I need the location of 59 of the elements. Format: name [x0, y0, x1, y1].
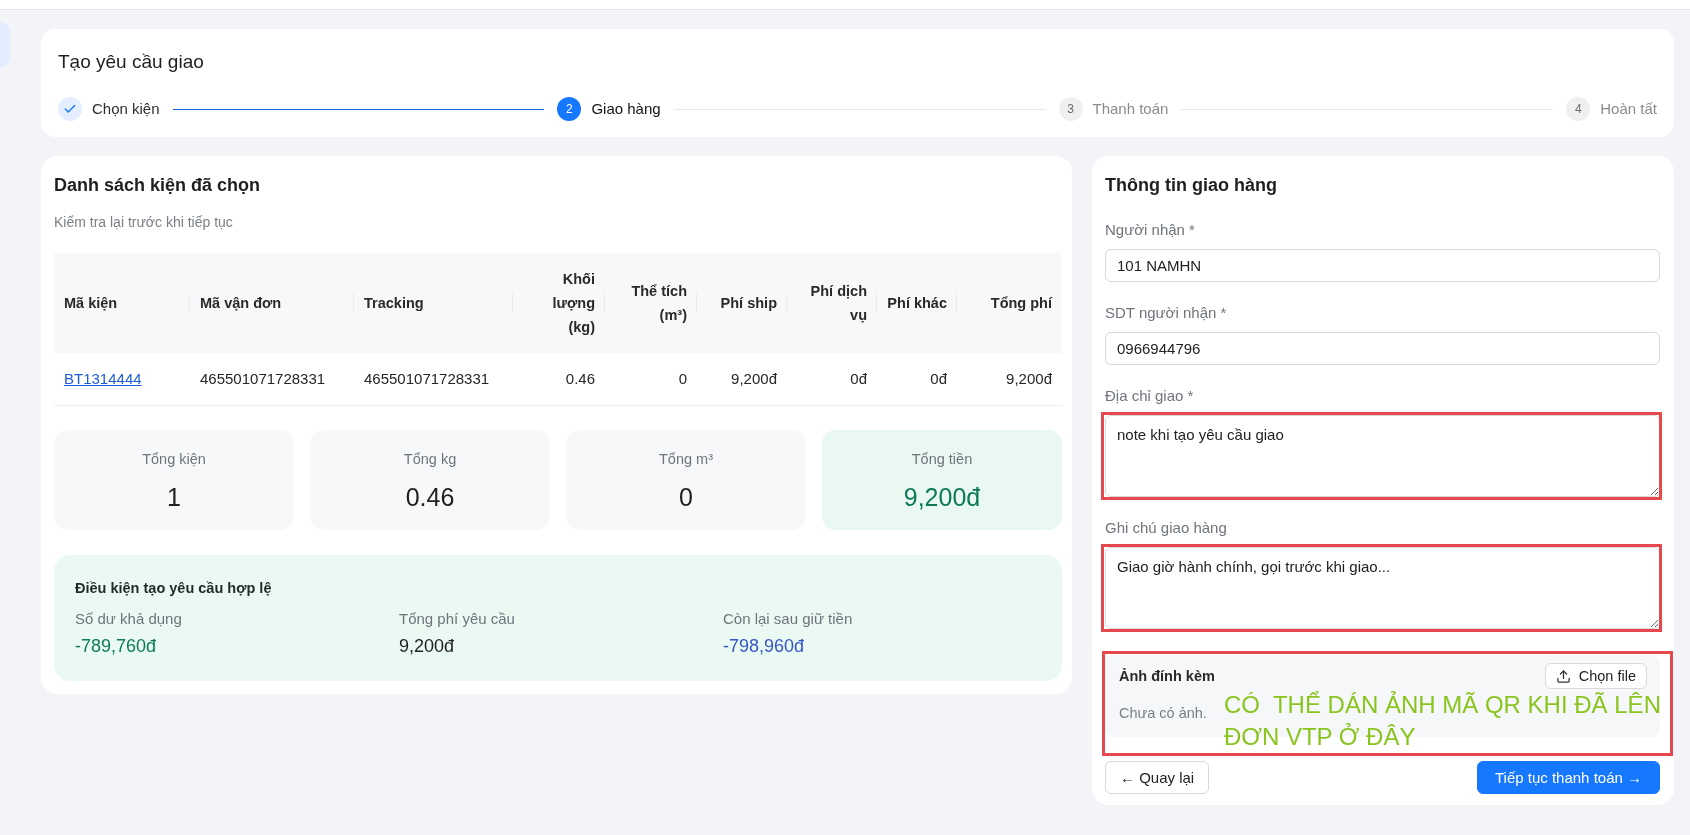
table-cell: 465501071728331 — [190, 353, 354, 405]
step-label: Chọn kiện — [92, 99, 160, 119]
text-area[interactable]: Giao giờ hành chính, gọi trước khi giao... — [1105, 547, 1660, 629]
step-label: Hoàn tất — [1600, 99, 1657, 119]
empty-attachment-text: Chưa có ảnh. — [1119, 704, 1207, 723]
stat-value: 1 — [167, 481, 181, 513]
package-link[interactable]: BT1314444 — [64, 370, 142, 388]
condition-label: Số dư khả dụng — [75, 608, 182, 629]
table-cell: 0đ — [787, 353, 877, 405]
column-header: Tổng phí — [957, 253, 1062, 353]
stat-label: Tổng kiện — [142, 449, 206, 469]
column-header: Khối lượng (kg) — [513, 253, 605, 353]
annotation-note: CÓ THỂ DÁN ẢNH MÃ QR KHI ĐÃ LÊN ĐƠN VTP Ở ĐÂY — [1224, 690, 1662, 752]
field-label: Người nhận * — [1105, 220, 1195, 240]
stat-value: 0 — [679, 481, 693, 513]
stat-value: 0.46 — [405, 481, 455, 513]
back-button[interactable]: ← Quay lại — [1105, 761, 1210, 794]
page-title: Tạo yêu cầu giao — [58, 50, 205, 74]
column-header: Phí ship — [697, 253, 787, 353]
column-header: Tracking — [354, 253, 513, 353]
text-area[interactable]: note khi tạo yêu cầu giao — [1105, 415, 1660, 497]
stat-label: Tổng tiền — [911, 449, 973, 469]
table-cell: 9,200đ — [957, 353, 1062, 405]
table-cell: 465501071728331 — [354, 353, 513, 405]
condition-label: Còn lại sau giữ tiền — [723, 608, 853, 629]
table-cell: 0 — [605, 353, 697, 405]
text-input[interactable]: 101 NAMHN — [1105, 249, 1660, 282]
card-subtitle: Kiểm tra lại trước khi tiếp tục — [54, 213, 234, 232]
column-header: Phí khác — [877, 253, 957, 353]
stat-label: Tổng kg — [403, 449, 457, 469]
upload-icon — [1555, 668, 1571, 684]
step-label: Giao hàng — [591, 99, 661, 119]
stat-value: 9,200đ — [903, 481, 981, 513]
field-label: Địa chỉ giao * — [1105, 386, 1194, 406]
condition-value: -789,760đ — [75, 634, 157, 658]
condition-label: Tổng phí yêu cầu — [399, 608, 515, 629]
field-label: Ghi chú giao hàng — [1105, 518, 1227, 538]
condition-value: 9,200đ — [399, 634, 455, 658]
step-label: Thanh toán — [1092, 99, 1169, 119]
stat-label: Tổng m³ — [659, 449, 713, 469]
table-cell: 0đ — [877, 353, 957, 405]
card-title: Thông tin giao hàng — [1105, 174, 1278, 197]
card-title: Danh sách kiện đã chọn — [54, 174, 262, 197]
continue-button[interactable]: Tiếp tục thanh toán → — [1476, 761, 1660, 794]
table-cell: 0.46 — [513, 353, 605, 405]
column-header: Thể tích (m³) — [605, 253, 697, 353]
text-input[interactable]: 0966944796 — [1105, 332, 1660, 365]
conditions-title: Điều kiện tạo yêu cầu hợp lệ — [75, 578, 273, 598]
table-cell: 9,200đ — [697, 353, 787, 405]
column-header: Mã kiện — [54, 253, 190, 353]
column-header: Phí dịch vụ — [787, 253, 877, 353]
condition-value: -798,960đ — [723, 634, 805, 658]
step-number: 3 — [1058, 97, 1083, 121]
attachment-title: Ảnh đính kèm — [1119, 667, 1215, 686]
step-number: 2 — [557, 97, 582, 121]
choose-file-button[interactable]: Chọn file — [1544, 663, 1647, 689]
column-header: Mã vận đơn — [190, 253, 354, 353]
step-number: 4 — [1566, 97, 1591, 121]
field-label: SDT người nhận * — [1105, 303, 1227, 323]
